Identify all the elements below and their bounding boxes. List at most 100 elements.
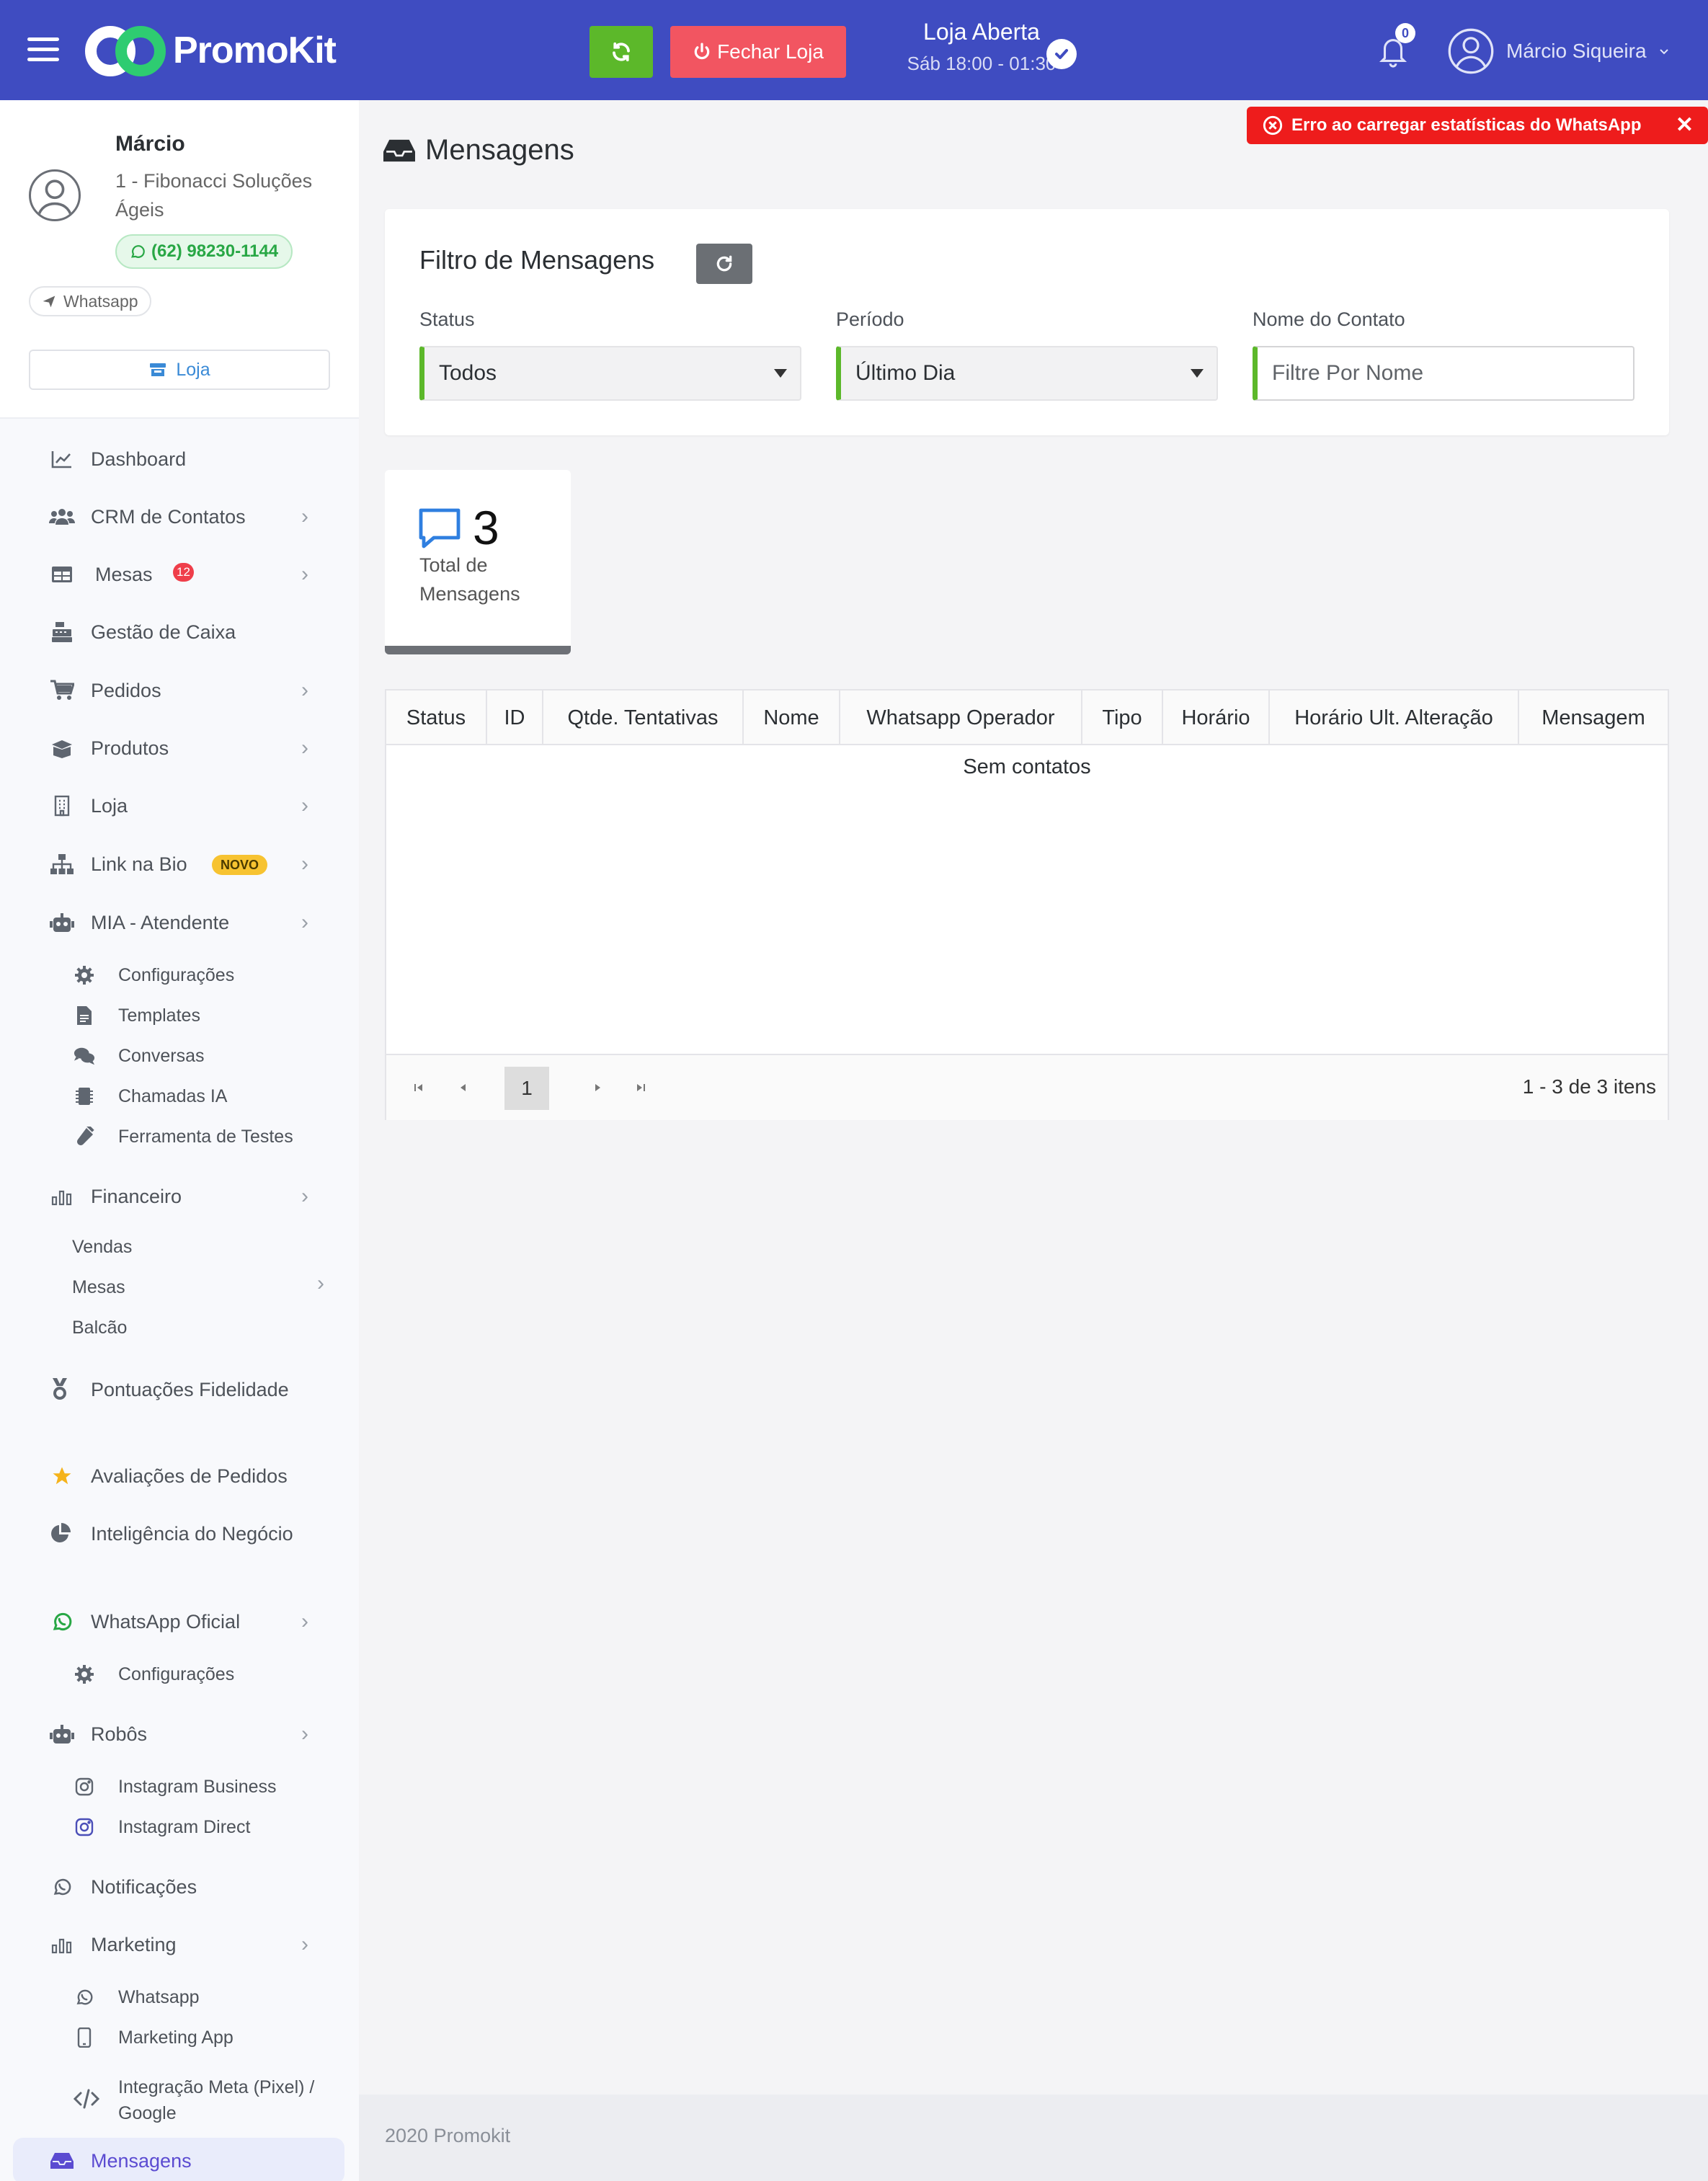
send-icon: [43, 296, 55, 308]
flask-icon: [74, 1126, 95, 1147]
nav-label: Mesas: [95, 563, 153, 585]
nav-mia-ferramenta-testes[interactable]: Ferramenta de Testes: [0, 1119, 359, 1155]
next-page-icon[interactable]: [587, 1077, 608, 1098]
nav-mia-conversas[interactable]: Conversas: [0, 1038, 359, 1074]
nav-crm[interactable]: CRM de Contatos ›: [0, 495, 359, 538]
code-icon: [73, 2089, 100, 2113]
nav-instagram-direct[interactable]: Instagram Direct: [0, 1809, 359, 1845]
column-header-id[interactable]: ID: [487, 690, 543, 745]
nav-fin-vendas[interactable]: Vendas: [72, 1237, 132, 1258]
refresh-icon: [613, 42, 630, 62]
instagram-icon: [74, 1816, 95, 1838]
nav-pedidos[interactable]: Pedidos ›: [0, 669, 359, 712]
current-page-button[interactable]: 1: [504, 1067, 549, 1110]
period-select[interactable]: Último Dia: [836, 346, 1218, 401]
nav-label: Chamadas IA: [118, 1085, 228, 1106]
whatsapp-icon: [49, 1609, 75, 1635]
nav-loja[interactable]: Loja ›: [0, 784, 359, 827]
nav-whatsapp-oficial[interactable]: WhatsApp Oficial ›: [0, 1600, 359, 1643]
nav-mkt-integracao[interactable]: Integração Meta (Pixel) / Google: [0, 2074, 359, 2132]
nav-mkt-app[interactable]: Marketing App: [0, 2020, 359, 2056]
nav-financeiro[interactable]: Financeiro ›: [0, 1175, 359, 1218]
nav-mia-chamadas[interactable]: Chamadas IA: [0, 1078, 359, 1114]
instagram-icon: [74, 1776, 95, 1798]
page-title: Mensagens: [383, 134, 574, 166]
contact-label: Nome do Contato: [1253, 308, 1405, 330]
column-header-horario-alteracao[interactable]: Horário Ult. Alteração: [1270, 690, 1519, 745]
nav-fin-balcao[interactable]: Balcão: [72, 1318, 127, 1338]
mobile-icon: [74, 2027, 95, 2048]
filter-refresh-button[interactable]: [696, 244, 752, 284]
brand-logo[interactable]: PromoKit: [85, 23, 337, 78]
last-page-icon[interactable]: [630, 1077, 651, 1098]
nav-instagram-business[interactable]: Instagram Business: [0, 1769, 359, 1805]
nav-label: Produtos: [91, 737, 169, 759]
notifications-count-badge: 0: [1395, 23, 1415, 43]
nav-marketing[interactable]: Marketing ›: [0, 1923, 359, 1966]
table-header: Status ID Qtde. Tentativas Nome Whatsapp…: [386, 690, 1668, 745]
channel-badge: Whatsapp: [29, 286, 151, 316]
error-message: Erro ao carregar estatísticas do WhatsAp…: [1291, 115, 1642, 135]
contact-name-input[interactable]: [1253, 346, 1634, 401]
column-header-horario[interactable]: Horário: [1163, 690, 1270, 745]
menu-toggle-icon[interactable]: [27, 37, 59, 62]
nav-label: Pontuações Fidelidade: [91, 1379, 289, 1400]
error-circle-icon: [1263, 115, 1283, 136]
nav-robos[interactable]: Robôs ›: [0, 1713, 359, 1756]
user-avatar-icon: [1448, 28, 1494, 74]
column-header-whatsapp-operador[interactable]: Whatsapp Operador: [840, 690, 1082, 745]
gear-icon: [74, 1663, 95, 1685]
nav-mia-templates[interactable]: Templates: [0, 998, 359, 1034]
nav-link-na-bio[interactable]: Link na Bio NOVO ›: [0, 843, 359, 886]
nav-mesas[interactable]: Mesas 12 ›: [0, 553, 359, 596]
column-header-mensagem[interactable]: Mensagem: [1519, 690, 1668, 745]
status-label: Status: [419, 308, 475, 330]
nav-gestao-caixa[interactable]: Gestão de Caixa: [0, 610, 359, 654]
nav-notificacoes[interactable]: Notificações: [0, 1865, 359, 1909]
close-store-button[interactable]: Fechar Loja: [670, 26, 846, 78]
status-select[interactable]: Todos: [419, 346, 801, 401]
close-store-label: Fechar Loja: [717, 40, 824, 63]
column-header-status[interactable]: Status: [386, 690, 487, 745]
filter-title: Filtro de Mensagens: [419, 245, 655, 275]
brand-name: PromoKit: [173, 30, 337, 71]
nav-inteligencia[interactable]: Inteligência do Negócio: [43, 1519, 346, 1549]
profile-phone-badge[interactable]: (62) 98230-1144: [115, 234, 293, 269]
nav-label: Link na Bio: [91, 853, 187, 875]
nav-mkt-whatsapp[interactable]: Whatsapp: [0, 1979, 359, 2015]
table-icon: [49, 561, 75, 587]
nav-dashboard[interactable]: Dashboard: [0, 437, 359, 481]
prev-page-icon[interactable]: [453, 1077, 474, 1098]
bar-chart-icon: [49, 1932, 75, 1958]
refresh-store-button[interactable]: [590, 26, 653, 78]
close-toast-icon[interactable]: ✕: [1676, 115, 1694, 136]
user-name: Márcio Siqueira: [1506, 40, 1647, 62]
nav-avaliacoes[interactable]: Avaliações de Pedidos: [0, 1454, 359, 1498]
store-button-label: Loja: [176, 359, 210, 380]
store-button[interactable]: Loja: [29, 350, 330, 390]
robot-icon: [49, 910, 75, 936]
nav-label: MIA - Atendente: [91, 911, 230, 933]
nav-mia-atendente[interactable]: MIA - Atendente ›: [0, 901, 359, 944]
chevron-right-icon: ›: [301, 678, 308, 702]
first-page-icon[interactable]: [408, 1077, 430, 1098]
column-header-nome[interactable]: Nome: [744, 690, 840, 745]
error-toast: Erro ao carregar estatísticas do WhatsAp…: [1247, 107, 1708, 144]
whatsapp-icon: [74, 1986, 95, 2008]
nav-mensagens[interactable]: Mensagens: [0, 2139, 359, 2181]
nav-label: Notificações: [91, 1875, 197, 1898]
nav-wa-configuracoes[interactable]: Configurações: [0, 1656, 359, 1692]
building-icon: [49, 793, 75, 819]
user-menu[interactable]: Márcio Siqueira: [1447, 27, 1670, 75]
nav-produtos[interactable]: Produtos ›: [0, 727, 359, 770]
nav-mia-configuracoes[interactable]: Configurações: [0, 957, 359, 993]
nav-fin-mesas[interactable]: Mesas: [72, 1277, 125, 1298]
column-header-tipo[interactable]: Tipo: [1082, 690, 1163, 745]
chevron-right-icon: ›: [301, 1722, 308, 1746]
file-icon: [74, 1005, 95, 1026]
nav-pontuacoes[interactable]: Pontuações Fidelidade: [43, 1374, 346, 1405]
chevron-right-icon: ›: [301, 852, 308, 876]
column-header-tentativas[interactable]: Qtde. Tentativas: [543, 690, 744, 745]
check-circle-icon: [1046, 39, 1077, 69]
chart-line-icon: [49, 446, 75, 472]
